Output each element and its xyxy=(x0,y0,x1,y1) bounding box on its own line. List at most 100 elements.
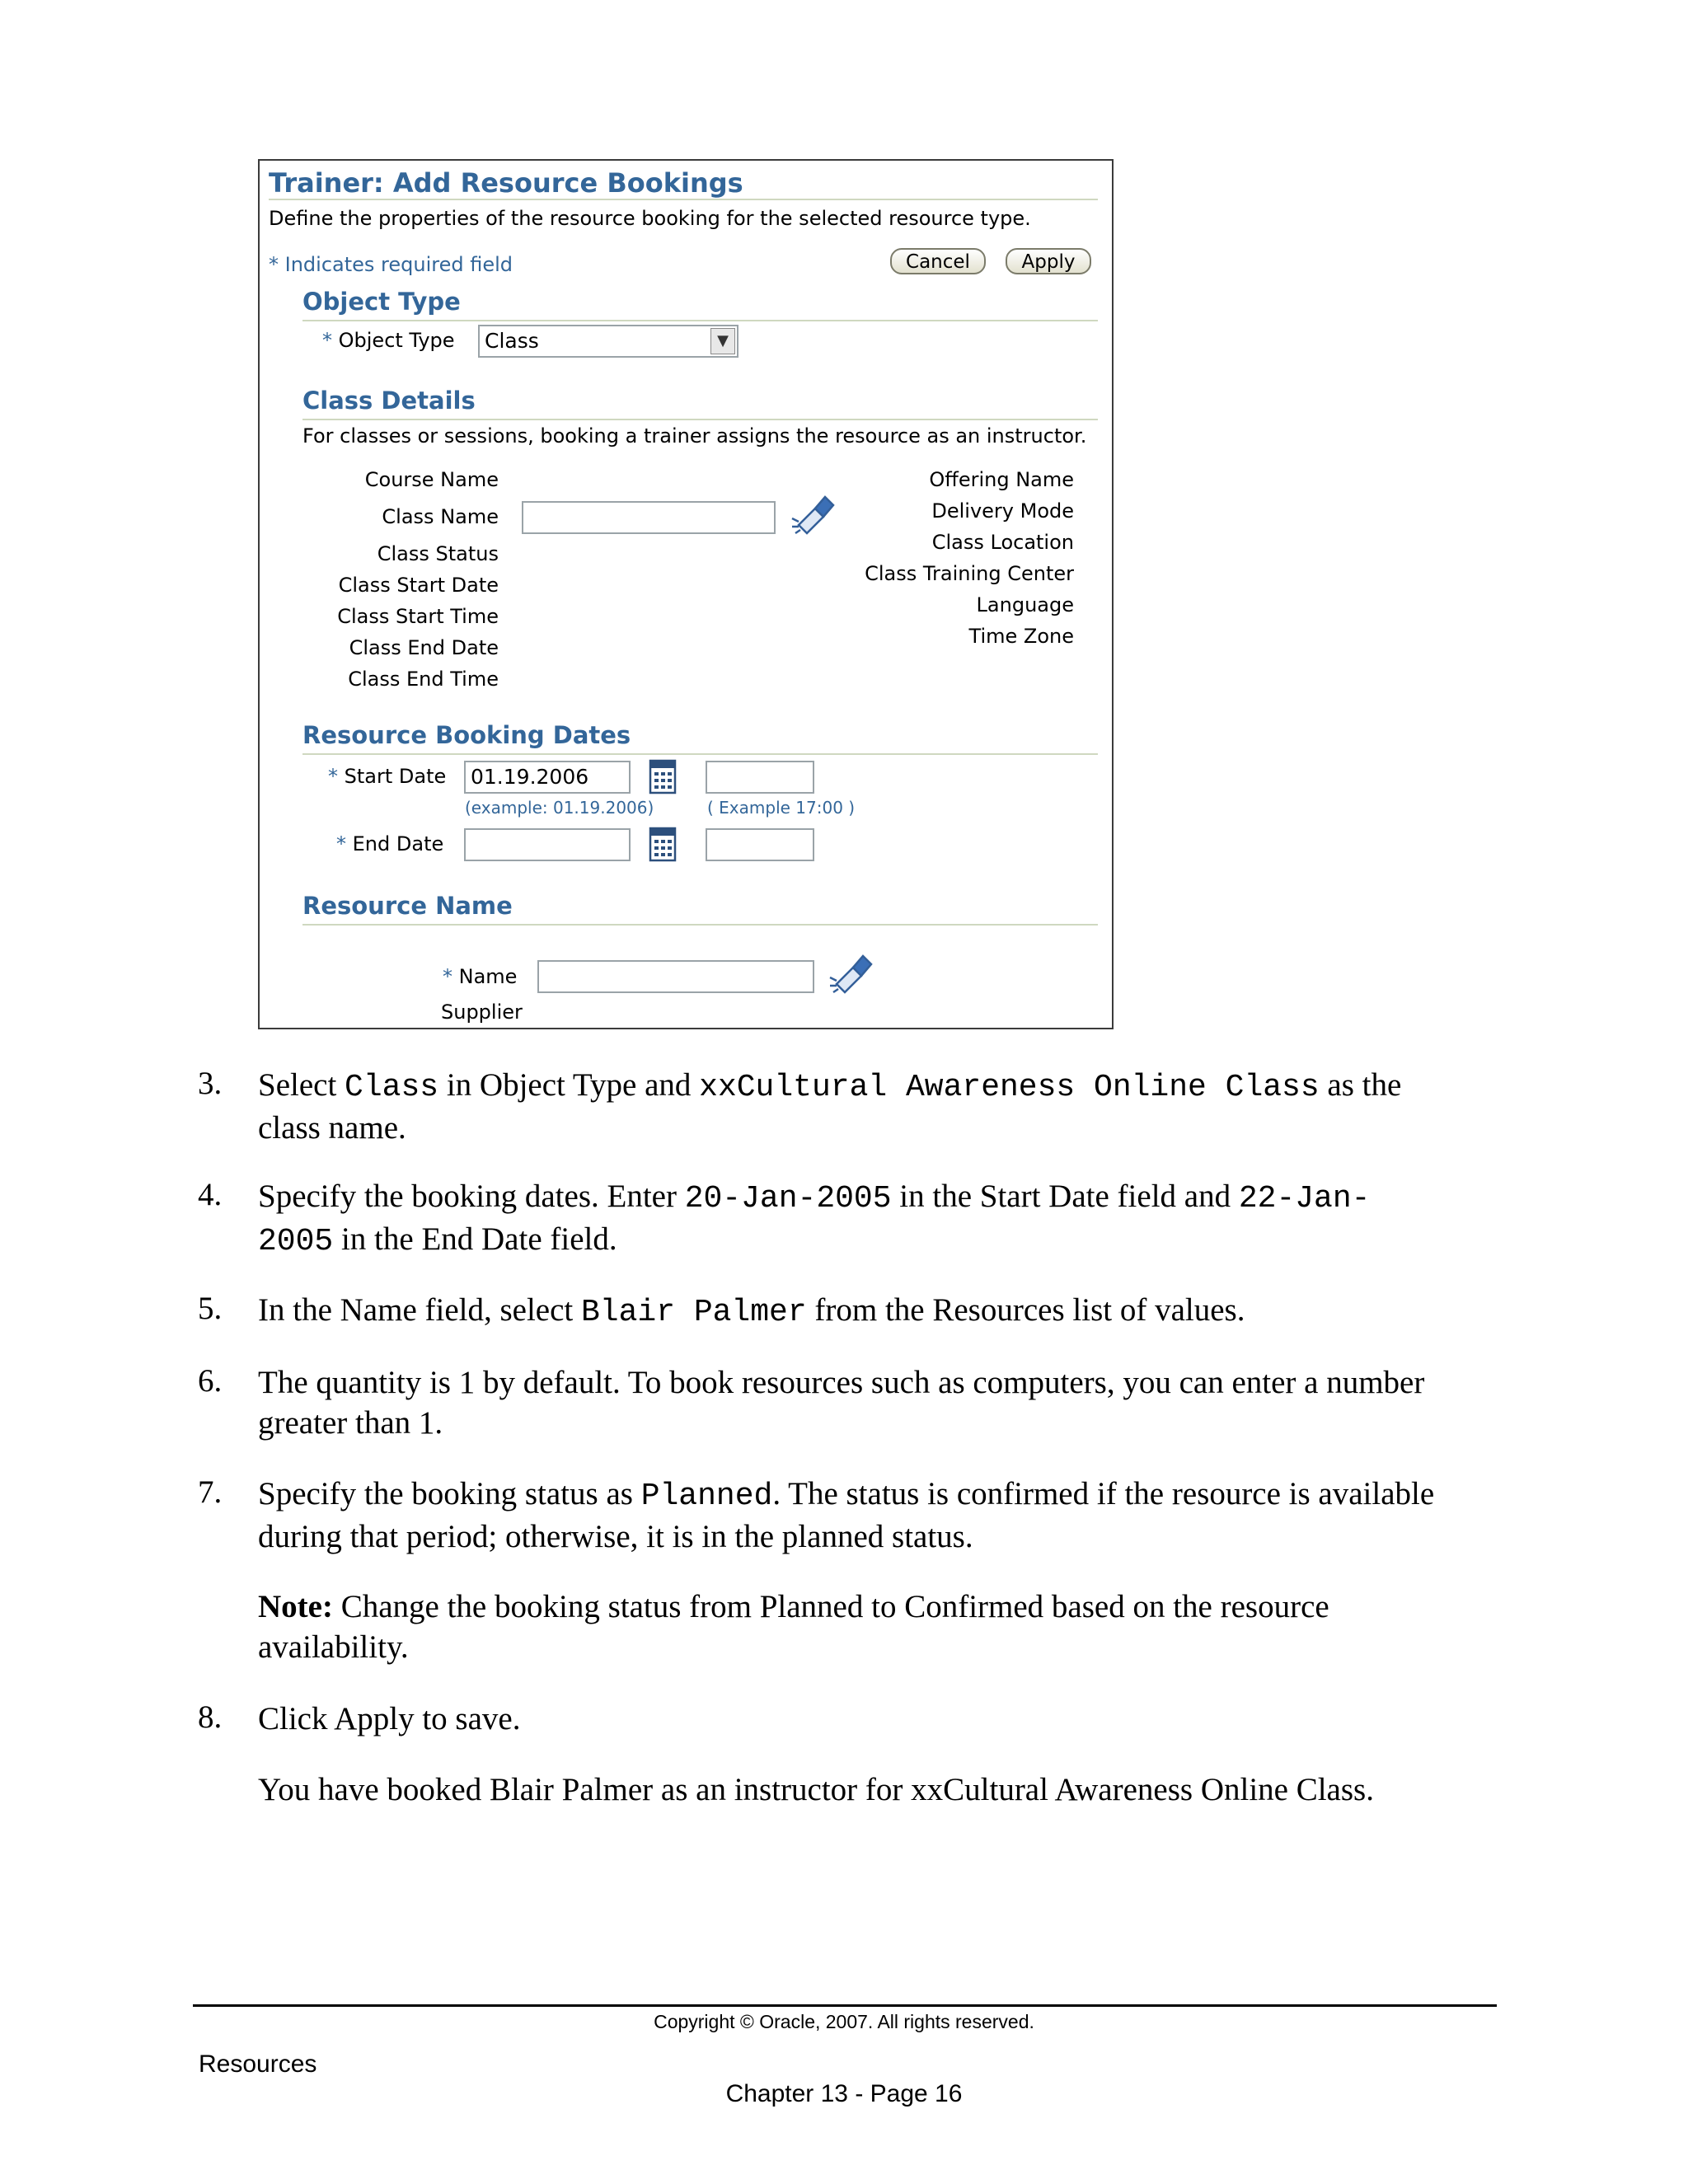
resource-name-section-title: Resource Name xyxy=(302,892,513,920)
end-date-input[interactable] xyxy=(464,828,631,861)
step-text: Specify the booking status as xyxy=(258,1476,641,1511)
language-label: Language xyxy=(976,593,1074,616)
step-text: during that period; otherwise, it is in … xyxy=(258,1519,973,1554)
step-8-text: Click Apply to save. xyxy=(258,1701,521,1736)
footer-copyright: Copyright © Oracle, 2007. All rights res… xyxy=(654,2011,1034,2032)
time-zone-label: Time Zone xyxy=(968,625,1074,648)
end-time-input[interactable] xyxy=(706,828,814,861)
step-code: Planned xyxy=(640,1479,773,1514)
step-number: 6. xyxy=(198,1363,223,1399)
calendar-icon[interactable] xyxy=(649,757,677,794)
required-field-note: * Indicates required field xyxy=(269,253,513,276)
class-start-time-label: Class Start Time xyxy=(337,605,499,628)
object-type-section-title: Object Type xyxy=(302,288,461,316)
start-date-label-text: Start Date xyxy=(344,765,447,788)
time-format-hint: ( Example 17:00 ) xyxy=(707,798,856,818)
start-date-label: * Start Date xyxy=(328,765,446,788)
date-format-hint: (example: 01.19.2006) xyxy=(465,798,654,818)
class-details-section-title: Class Details xyxy=(302,387,476,415)
step-text: The quantity is 1 by default. To book re… xyxy=(258,1365,1425,1400)
required-note-text: Indicates required field xyxy=(284,253,513,276)
class-name-label: Class Name xyxy=(382,505,499,528)
step-text: from the Resources list of values. xyxy=(806,1292,1245,1328)
step-7-text: Specify the booking status as Planned. T… xyxy=(258,1474,1486,1557)
footer-section: Resources xyxy=(199,2050,317,2078)
step-text: in Object Type and xyxy=(438,1067,700,1103)
start-date-input[interactable]: 01.19.2006 xyxy=(464,761,631,794)
title-divider xyxy=(269,199,1098,200)
required-marker: * xyxy=(269,253,279,276)
class-training-center-label: Class Training Center xyxy=(865,562,1074,585)
required-marker: * xyxy=(443,965,452,988)
step-code: 22-Jan- xyxy=(1238,1181,1371,1216)
required-marker: * xyxy=(328,765,338,788)
class-location-label: Class Location xyxy=(931,531,1074,554)
calendar-icon[interactable] xyxy=(649,824,677,862)
cancel-button[interactable]: Cancel xyxy=(890,248,986,274)
object-type-divider xyxy=(302,320,1098,321)
page-title: Trainer: Add Resource Bookings xyxy=(269,167,743,199)
footer-divider xyxy=(193,2004,1497,2007)
resource-name-divider xyxy=(302,924,1098,926)
course-name-label: Course Name xyxy=(364,468,499,491)
step-code: Class xyxy=(345,1070,439,1105)
note-text: Change the booking status from Planned t… xyxy=(332,1589,1329,1624)
flashlight-search-icon[interactable] xyxy=(790,494,835,535)
object-type-label: * Object Type xyxy=(322,329,455,352)
flashlight-search-icon[interactable] xyxy=(828,953,873,994)
chevron-down-icon[interactable]: ▼ xyxy=(710,328,735,354)
step-code: 20-Jan-2005 xyxy=(684,1181,892,1216)
class-details-description: For classes or sessions, booking a train… xyxy=(302,424,1087,448)
step-text: In the Name field, select xyxy=(258,1292,581,1328)
object-type-value: Class xyxy=(485,329,539,353)
supplier-label: Supplier xyxy=(441,1001,523,1024)
step-text: class name. xyxy=(258,1110,406,1146)
step-code: Blair Palmer xyxy=(581,1295,807,1330)
class-name-input[interactable] xyxy=(522,501,776,534)
object-type-label-text: Object Type xyxy=(338,329,455,352)
name-input[interactable] xyxy=(537,960,814,993)
end-date-label-text: End Date xyxy=(352,832,444,855)
class-details-divider xyxy=(302,419,1098,420)
step-text: Specify the booking dates. Enter xyxy=(258,1179,685,1214)
name-label-text: Name xyxy=(458,965,518,988)
step-text: as the xyxy=(1319,1067,1402,1103)
conclusion-text: You have booked Blair Palmer as an instr… xyxy=(258,1772,1374,1807)
note-paragraph: Note: Change the booking status from Pla… xyxy=(258,1586,1486,1667)
class-status-label: Class Status xyxy=(377,542,499,565)
step-text: . The status is confirmed if the resourc… xyxy=(772,1476,1435,1511)
offering-name-label: Offering Name xyxy=(929,468,1074,491)
required-marker: * xyxy=(322,329,332,352)
apply-button[interactable]: Apply xyxy=(1006,248,1091,274)
class-end-date-label: Class End Date xyxy=(349,636,499,659)
note-text: availability. xyxy=(258,1629,409,1665)
step-number: 7. xyxy=(198,1474,223,1510)
start-time-input[interactable] xyxy=(706,761,814,794)
resource-booking-screenshot: Trainer: Add Resource Bookings Define th… xyxy=(258,159,1114,1029)
step-code: 2005 xyxy=(258,1224,334,1259)
note-label: Note: xyxy=(258,1589,333,1624)
step-6-text: The quantity is 1 by default. To book re… xyxy=(258,1362,1486,1443)
booking-dates-section-title: Resource Booking Dates xyxy=(302,721,631,749)
step-3-text: Select Class in Object Type and xxCultur… xyxy=(258,1065,1486,1148)
object-type-select[interactable]: Class ▼ xyxy=(478,325,738,358)
step-4-text: Specify the booking dates. Enter 20-Jan-… xyxy=(258,1176,1486,1262)
step-text: in the Start Date field and xyxy=(891,1179,1239,1214)
step-text: in the End Date field. xyxy=(333,1221,617,1257)
step-code: xxCultural Awareness Online Class xyxy=(699,1070,1320,1105)
class-end-time-label: Class End Time xyxy=(348,668,499,691)
step-number: 4. xyxy=(198,1177,223,1212)
delivery-mode-label: Delivery Mode xyxy=(931,499,1074,523)
footer-page-number: Chapter 13 - Page 16 xyxy=(725,2080,963,2107)
class-start-date-label: Class Start Date xyxy=(338,574,499,597)
step-number: 3. xyxy=(198,1066,223,1101)
step-text: greater than 1. xyxy=(258,1405,443,1441)
step-number: 5. xyxy=(198,1291,223,1326)
step-text: Select xyxy=(258,1067,345,1103)
step-5-text: In the Name field, select Blair Palmer f… xyxy=(258,1290,1486,1333)
name-label: * Name xyxy=(443,965,517,988)
end-date-label: * End Date xyxy=(336,832,443,855)
required-marker: * xyxy=(336,832,346,855)
step-number: 8. xyxy=(198,1699,223,1735)
page-description: Define the properties of the resource bo… xyxy=(269,207,1031,230)
